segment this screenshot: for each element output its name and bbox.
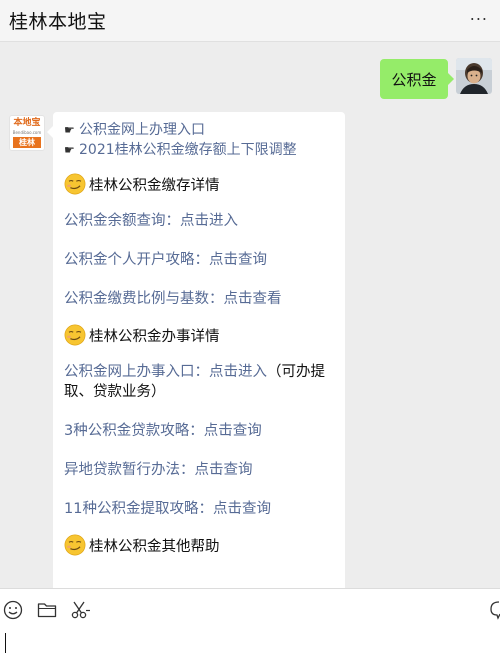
link-offsite-loan[interactable]: 异地贷款暂行办法：点击查询 [64, 460, 335, 480]
more-options-button[interactable]: ... [470, 5, 488, 24]
section-title: 桂林公积金办事详情 [89, 328, 220, 345]
link-loan-guide[interactable]: 3种公积金贷款攻略：点击查询 [64, 421, 335, 441]
emoji-icon[interactable] [2, 599, 24, 621]
logo-city: 桂林 [13, 137, 41, 148]
section-title: 桂林公积金缴存详情 [89, 177, 220, 194]
received-message-bubble: ☛ 公积金网上办理入口 ☛ 2021桂林公积金缴存额上下限调整 桂林公积金缴存详… [47, 112, 345, 642]
sent-message-text: 公积金 [391, 70, 437, 89]
scissors-icon[interactable] [69, 599, 91, 621]
link-contribution-ratio[interactable]: 公积金缴费比例与基数：点击查看 [64, 289, 335, 309]
title-bar: 桂林本地宝 ... [0, 0, 500, 42]
logo-sub-text: Bendibao.com [12, 130, 42, 135]
message-input[interactable] [5, 633, 6, 653]
chat-title: 桂林本地宝 [9, 11, 107, 33]
sent-message-bubble[interactable]: 公积金 [380, 59, 454, 99]
account-avatar[interactable]: 本地宝 Bendibao.com 桂林 [9, 115, 45, 151]
section-heading: 桂林公积金办事详情 [64, 322, 335, 348]
folder-icon[interactable] [36, 599, 58, 621]
link-account-opening[interactable]: 公积金个人开户攻略：点击查询 [64, 250, 335, 270]
section-heading: 桂林公积金缴存详情 [64, 171, 335, 197]
link-withdrawal-guide[interactable]: 11种公积金提取攻略：点击查询 [64, 499, 335, 519]
smirk-emoji-icon [64, 534, 86, 556]
section-title: 桂林公积金其他帮助 [89, 538, 220, 555]
link-online-service[interactable]: 公积金网上办事入口：点击进入 [64, 364, 267, 380]
smirk-emoji-icon [64, 173, 86, 195]
list-item: 公积金网上办事入口：点击进入（可办提取、贷款业务） [64, 362, 335, 402]
logo-text: 本地宝 [13, 118, 41, 128]
section-heading: 桂林公积金其他帮助 [64, 532, 335, 558]
link-balance-query[interactable]: 公积金余额查询：点击进入 [64, 211, 335, 231]
pointing-hand-icon: ☛ [64, 143, 75, 157]
link-text: 2021桂林公积金缴存额上下限调整 [79, 142, 297, 158]
pointing-hand-icon: ☛ [64, 123, 75, 137]
user-avatar-photo [456, 58, 492, 94]
link-fund-limit-adjustment[interactable]: ☛ 2021桂林公积金缴存额上下限调整 [64, 140, 335, 160]
link-fund-online-portal[interactable]: ☛ 公积金网上办理入口 [64, 120, 335, 140]
link-text: 公积金网上办理入口 [79, 122, 205, 138]
smirk-emoji-icon [64, 324, 86, 346]
avatar[interactable] [456, 58, 492, 94]
chat-area[interactable]: 公积金 本地宝 Bendibao.com 桂林 ☛ 公积金网上办理入口 ☛ 20… [0, 42, 500, 642]
chat-bubble-icon[interactable] [488, 599, 500, 621]
message-input-bar [0, 588, 500, 666]
